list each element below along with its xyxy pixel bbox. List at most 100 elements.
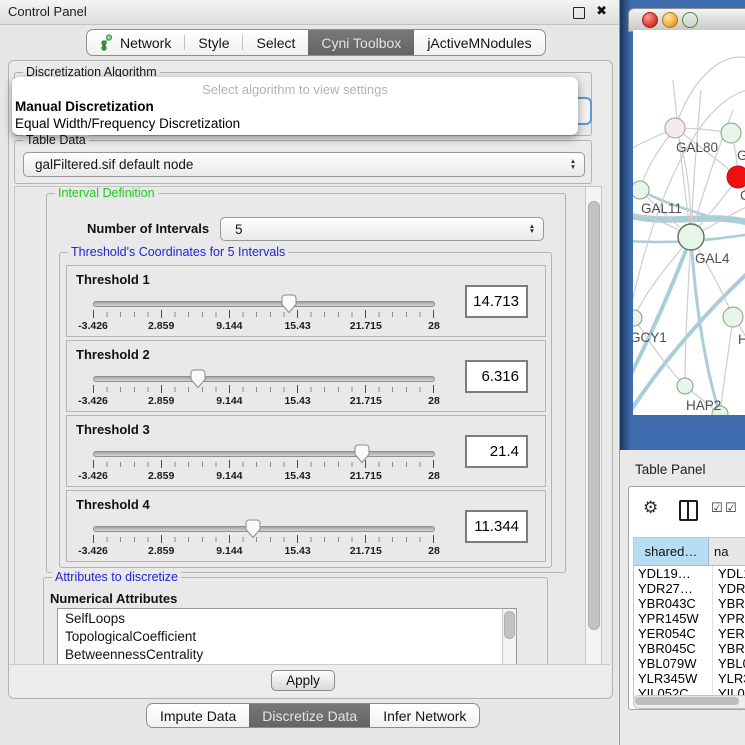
table-row[interactable]: YLR345WYLR3 bbox=[634, 671, 745, 686]
tab-impute-label: Impute Data bbox=[160, 708, 236, 724]
apply-button[interactable]: Apply bbox=[271, 670, 335, 691]
table-row[interactable]: YPR145WYPR1 bbox=[634, 611, 745, 626]
table-row[interactable]: YER054CYER0 bbox=[634, 626, 745, 641]
cell[interactable]: YDR27… bbox=[634, 581, 713, 596]
tab-infer-network[interactable]: Infer Network bbox=[370, 704, 479, 727]
cell[interactable]: YLR3 bbox=[713, 671, 745, 686]
slider-thumb[interactable] bbox=[353, 444, 370, 469]
settings-scrollbar[interactable] bbox=[585, 187, 601, 664]
network-window-titlebar[interactable] bbox=[628, 8, 745, 32]
slider-thumb[interactable] bbox=[190, 369, 207, 394]
list-item[interactable]: BetweennessCentrality bbox=[58, 645, 516, 663]
dropdown-option-equal-width[interactable]: Equal Width/Frequency Discretization bbox=[15, 116, 240, 131]
tick-label: 15.43 bbox=[284, 545, 310, 557]
tab-select[interactable]: Select bbox=[243, 30, 308, 55]
table-row[interactable]: YDL19…YDL1 bbox=[634, 566, 745, 581]
network-canvas[interactable]: GAL80 GA C GAL11 GAL4 GCY1 H HAP2 bbox=[633, 30, 745, 415]
tick-label: 21.715 bbox=[350, 320, 382, 332]
checkbox-icon[interactable]: ☑ bbox=[711, 500, 723, 516]
close-icon[interactable]: ✖ bbox=[596, 3, 607, 19]
list-item[interactable]: SelfLoops bbox=[58, 609, 516, 627]
cell[interactable]: YDR2 bbox=[713, 581, 745, 596]
cell[interactable]: YPR1 bbox=[713, 611, 745, 626]
algorithm-dropdown-popup: Select algorithm to view settings Manual… bbox=[12, 77, 578, 135]
tick-label: 28 bbox=[428, 395, 440, 407]
network-node[interactable] bbox=[723, 307, 743, 327]
float-window-icon[interactable] bbox=[573, 7, 585, 19]
table-row[interactable]: YBL079WYBL0 bbox=[634, 656, 745, 671]
network-graph: GAL80 GA C GAL11 GAL4 GCY1 H HAP2 bbox=[633, 30, 745, 415]
tab-cyni-toolbox[interactable]: Cyni Toolbox bbox=[308, 30, 414, 55]
cell[interactable]: YBR043C bbox=[634, 596, 713, 611]
threshold-3-value-field[interactable]: 21.4 bbox=[465, 435, 528, 468]
table-row[interactable]: YBR045CYBR0 bbox=[634, 641, 745, 656]
tick-label: 9.144 bbox=[216, 320, 242, 332]
list-item[interactable]: TopologicalCoefficient bbox=[58, 627, 516, 645]
gear-icon[interactable]: ⚙ bbox=[643, 498, 658, 517]
threshold-2-label: Threshold 2 bbox=[76, 347, 150, 362]
split-pane-icon[interactable] bbox=[679, 500, 698, 521]
close-traffic-light-icon[interactable] bbox=[642, 12, 658, 28]
number-of-intervals-combobox[interactable]: 5 ▲ ▼ bbox=[220, 217, 544, 241]
tick-label: 28 bbox=[428, 320, 440, 332]
cell[interactable]: YBR045C bbox=[634, 641, 713, 656]
slider-track[interactable] bbox=[93, 376, 435, 382]
network-node-label: C bbox=[740, 188, 745, 203]
cell[interactable]: YBR0 bbox=[713, 596, 745, 611]
threshold-4-value-field[interactable]: 11.344 bbox=[465, 510, 528, 543]
threshold-coordinates-label: Threshold's Coordinates for 5 Intervals bbox=[68, 245, 288, 259]
cell[interactable]: YDL1 bbox=[713, 566, 745, 581]
cell[interactable]: YLR345W bbox=[634, 671, 713, 686]
checkbox-icon[interactable]: ☑ bbox=[725, 500, 737, 516]
table-horizontal-scrollbar[interactable] bbox=[633, 695, 745, 709]
dropdown-option-manual[interactable]: Manual Discretization bbox=[15, 99, 154, 114]
slider-track[interactable] bbox=[93, 451, 435, 457]
tab-style[interactable]: Style bbox=[185, 30, 242, 55]
network-node[interactable] bbox=[721, 123, 741, 143]
cell[interactable]: YDL19… bbox=[634, 566, 713, 581]
threshold-1-value-field[interactable]: 14.713 bbox=[465, 285, 528, 318]
bottom-tabbar: Impute Data Discretize Data Infer Networ… bbox=[146, 703, 480, 728]
threshold-coordinates-group: Threshold's Coordinates for 5 Intervals … bbox=[59, 252, 552, 568]
tab-impute-data[interactable]: Impute Data bbox=[147, 704, 249, 727]
cell[interactable]: YBL079W bbox=[634, 656, 713, 671]
network-node[interactable] bbox=[633, 181, 649, 199]
network-node[interactable] bbox=[677, 378, 693, 394]
table-data-combobox[interactable]: galFiltered.sif default node ▲ ▼ bbox=[23, 152, 585, 177]
cell[interactable]: YBR0 bbox=[713, 641, 745, 656]
slider-zone: -3.426 2.859 9.144 15.43 21.715 28 bbox=[93, 521, 433, 559]
network-node[interactable] bbox=[678, 224, 704, 250]
network-node-label: H bbox=[738, 332, 745, 347]
zoom-traffic-light-icon[interactable] bbox=[682, 12, 698, 28]
slider-track[interactable] bbox=[93, 526, 435, 532]
network-node-label: GAL4 bbox=[695, 251, 730, 266]
column-header-name[interactable]: na bbox=[709, 538, 745, 565]
column-header-shared-name[interactable]: shared… bbox=[634, 538, 709, 565]
table-row[interactable]: YDR27…YDR2 bbox=[634, 581, 745, 596]
network-node[interactable] bbox=[633, 310, 642, 326]
table-scrollbar-thumb[interactable] bbox=[635, 697, 739, 705]
slider-track[interactable] bbox=[93, 301, 435, 307]
stepper-down-icon: ▼ bbox=[570, 165, 576, 171]
network-node-label: GAL80 bbox=[676, 140, 718, 155]
cell[interactable]: YPR145W bbox=[634, 611, 713, 626]
network-view-window: GAL80 GA C GAL11 GAL4 GCY1 H HAP2 bbox=[620, 0, 745, 450]
list-scrollbar[interactable] bbox=[502, 609, 516, 665]
threshold-2-value-field[interactable]: 6.316 bbox=[465, 360, 528, 393]
window-title: Control Panel bbox=[8, 4, 87, 19]
list-scrollbar-thumb[interactable] bbox=[504, 611, 515, 639]
slider-thumb[interactable] bbox=[281, 294, 298, 319]
tab-network[interactable]: Network bbox=[87, 30, 184, 55]
network-node[interactable] bbox=[727, 166, 745, 188]
cell[interactable]: YER054C bbox=[634, 626, 713, 641]
cell[interactable]: YBL0 bbox=[713, 656, 745, 671]
minimize-traffic-light-icon[interactable] bbox=[662, 12, 678, 28]
network-node[interactable] bbox=[665, 118, 685, 138]
settings-scrollbar-thumb[interactable] bbox=[588, 201, 600, 630]
tab-jactivemnodules[interactable]: jActiveMNodules bbox=[414, 30, 544, 55]
slider-thumb[interactable] bbox=[244, 519, 261, 544]
table-row[interactable]: YBR043CYBR0 bbox=[634, 596, 745, 611]
cell[interactable]: YER0 bbox=[713, 626, 745, 641]
threshold-1-label: Threshold 1 bbox=[76, 272, 150, 287]
tab-discretize-data[interactable]: Discretize Data bbox=[249, 704, 370, 727]
